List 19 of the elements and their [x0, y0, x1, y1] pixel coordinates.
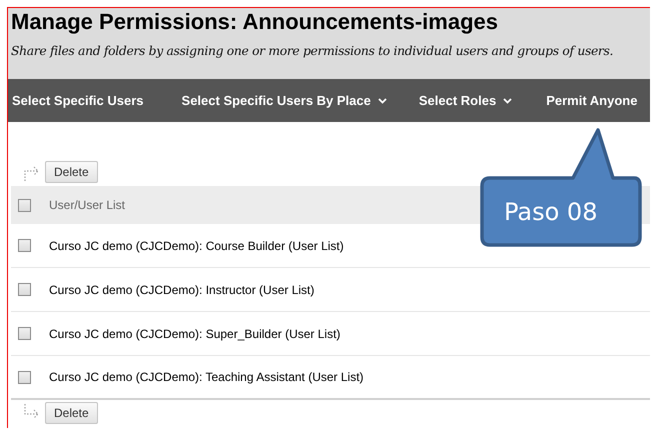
action-bar-link[interactable]: Select Specific Users By Place — [178, 93, 391, 108]
action-bar-link[interactable]: Permit Anyone — [542, 93, 642, 108]
delete-button[interactable]: Delete — [45, 402, 98, 424]
row-checkbox[interactable] — [18, 239, 31, 252]
row-checkbox[interactable] — [18, 327, 31, 340]
delete-button[interactable]: Delete — [45, 161, 98, 183]
row-checkbox[interactable] — [18, 370, 31, 384]
callout-text: Paso 08 — [504, 198, 598, 226]
action-bar-link[interactable]: Select Specific Users — [8, 93, 148, 108]
table-cell: Curso JC demo (CJCDemo): Teaching Assistant (User List) — [49, 370, 364, 384]
page-title: Manage Permissions: Announcements-images — [11, 8, 499, 35]
row-checkbox[interactable] — [18, 283, 31, 296]
column-header: User/User List — [49, 198, 126, 212]
action-bar-link[interactable]: Select Roles — [414, 93, 516, 108]
table-cell: Curso JC demo (CJCDemo): Instructor (User List) — [49, 282, 314, 296]
page-description: Share files and folders by assigning one or more permissions to individual users and groups of users. — [11, 44, 614, 58]
select-all-checkbox[interactable] — [18, 198, 31, 212]
table-cell: Curso JC demo (CJCDemo): Super_Builder (User List) — [49, 326, 340, 340]
table-cell: Curso JC demo (CJCDemo): Course Builder (User List) — [49, 238, 344, 252]
